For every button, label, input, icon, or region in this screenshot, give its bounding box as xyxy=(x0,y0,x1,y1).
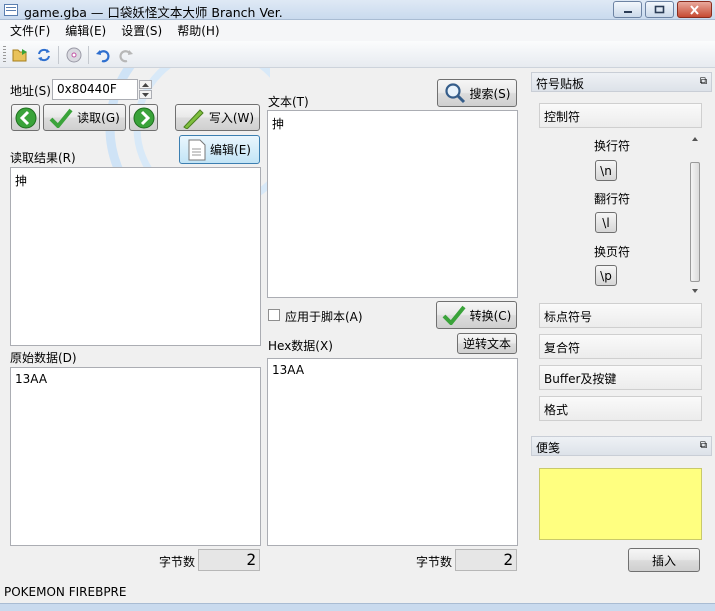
menu-settings[interactable]: 设置(S) xyxy=(115,22,168,39)
byte-count-label: 字节数 xyxy=(159,555,196,569)
note-textarea[interactable] xyxy=(539,468,702,540)
arrow-right-circle-icon xyxy=(133,107,154,128)
magnifier-icon xyxy=(444,83,465,104)
checkmark-icon xyxy=(442,305,466,325)
symbol-button-newline[interactable]: \n xyxy=(595,160,617,181)
symbol-list-scrollbar[interactable] xyxy=(688,134,702,296)
folder-open-icon xyxy=(12,48,27,61)
redo-button[interactable] xyxy=(116,45,136,64)
checkmark-icon xyxy=(49,108,73,128)
address-spin-down[interactable] xyxy=(139,90,152,99)
category-punctuation[interactable]: 标点符号 xyxy=(539,303,702,328)
category-buffer-keys[interactable]: Buffer及按键 xyxy=(539,365,702,390)
toolbar-grip xyxy=(3,46,6,63)
text-textarea[interactable]: 抻 xyxy=(267,110,518,298)
status-bar: POKEMON FIREBPRE xyxy=(0,581,715,603)
arrow-down-icon xyxy=(142,92,149,97)
apply-script-label: 应用于脚本(A) xyxy=(285,310,363,324)
symbol-name: 换行符 xyxy=(593,139,630,153)
menu-file[interactable]: 文件(F) xyxy=(4,22,56,39)
byte-count-label: 字节数 xyxy=(416,555,453,569)
hex-data-textarea[interactable]: 13AA xyxy=(267,358,518,546)
next-button[interactable] xyxy=(129,104,158,131)
app-icon xyxy=(4,4,18,16)
category-format[interactable]: 格式 xyxy=(539,396,702,421)
symbol-name: 翻行符 xyxy=(593,192,630,206)
toolbar xyxy=(0,41,715,68)
insert-button-label: 插入 xyxy=(651,553,676,568)
title-bar: game.gba — 口袋妖怪文本大师 Branch Ver. xyxy=(0,0,715,20)
disc-button[interactable] xyxy=(64,45,84,64)
symbol-button-page[interactable]: \p xyxy=(595,265,617,286)
search-button[interactable]: 搜索(S) xyxy=(437,79,517,107)
status-text: POKEMON FIREBPRE xyxy=(4,585,127,599)
edit-button[interactable]: 编辑(E) xyxy=(179,135,260,164)
note-panel-title: 便笺 xyxy=(536,441,561,455)
reverse-text-button-label: 逆转文本 xyxy=(462,337,511,351)
window-title: game.gba — 口袋妖怪文本大师 Branch Ver. xyxy=(24,5,283,20)
arrow-left-circle-icon xyxy=(15,107,36,128)
pin-icon[interactable]: ⧉ xyxy=(700,440,707,451)
read-result-label: 读取结果(R) xyxy=(10,151,76,165)
symbol-list xyxy=(539,130,702,298)
scroll-up-icon xyxy=(692,137,698,141)
maximize-icon xyxy=(654,5,665,14)
category-compound[interactable]: 复合符 xyxy=(539,334,702,359)
disc-icon xyxy=(66,47,82,62)
close-button[interactable] xyxy=(677,1,712,18)
read-result-textarea[interactable]: 抻 xyxy=(10,167,261,346)
apply-script-checkbox[interactable] xyxy=(268,309,280,321)
pencil-icon xyxy=(183,108,204,129)
text-label: 文本(T) xyxy=(268,95,309,109)
category-control-chars[interactable]: 控制符 xyxy=(539,103,702,128)
scrollbar-thumb[interactable] xyxy=(690,162,700,282)
menu-edit[interactable]: 编辑(E) xyxy=(59,22,112,39)
read-button[interactable]: 读取(G) xyxy=(43,104,126,131)
maximize-button[interactable] xyxy=(645,1,674,18)
raw-data-textarea[interactable]: 13AA xyxy=(10,367,261,546)
previous-button[interactable] xyxy=(11,104,40,131)
address-label: 地址(S) xyxy=(10,84,51,98)
search-button-label: 搜索(S) xyxy=(469,86,511,101)
write-button[interactable]: 写入(W) xyxy=(175,104,260,131)
insert-button[interactable]: 插入 xyxy=(628,548,700,572)
symbol-name: 换页符 xyxy=(593,245,630,259)
convert-button-label: 转换(C) xyxy=(469,308,512,323)
byte-count-right-value: 2 xyxy=(455,549,517,571)
reverse-text-button[interactable]: 逆转文本 xyxy=(457,333,517,354)
edit-button-label: 编辑(E) xyxy=(210,143,251,157)
note-panel-header: 便笺 ⧉ xyxy=(531,436,712,456)
symbol-panel-title: 符号贴板 xyxy=(536,77,585,91)
convert-button[interactable]: 转换(C) xyxy=(436,301,517,329)
undo-button[interactable] xyxy=(93,45,113,64)
pin-icon[interactable]: ⧉ xyxy=(700,76,707,87)
minimize-icon xyxy=(623,10,632,13)
close-icon xyxy=(690,4,699,15)
read-button-label: 读取(G) xyxy=(77,111,120,125)
undo-icon xyxy=(96,49,110,62)
symbol-button-scroll[interactable]: \l xyxy=(595,212,617,233)
raw-data-label: 原始数据(D) xyxy=(10,351,77,365)
toolbar-separator xyxy=(88,46,89,64)
menu-bar: 文件(F) 编辑(E) 设置(S) 帮助(H) xyxy=(0,20,715,41)
scroll-down-icon xyxy=(692,289,698,293)
address-input[interactable]: 0x80440F xyxy=(52,79,138,100)
refresh-button[interactable] xyxy=(34,45,54,64)
toolbar-separator xyxy=(58,46,59,64)
window-bottom-border xyxy=(0,603,715,611)
redo-icon xyxy=(119,49,133,62)
hex-data-label: Hex数据(X) xyxy=(268,339,333,353)
byte-count-left-value: 2 xyxy=(198,549,260,571)
document-icon xyxy=(188,139,206,160)
arrow-up-icon xyxy=(142,82,149,87)
open-rom-button[interactable] xyxy=(11,45,31,64)
minimize-button[interactable] xyxy=(613,1,642,18)
symbol-panel-header: 符号贴板 ⧉ xyxy=(531,72,712,92)
menu-help[interactable]: 帮助(H) xyxy=(171,22,225,39)
address-spin-up[interactable] xyxy=(139,80,152,89)
refresh-icon xyxy=(38,48,50,61)
write-button-label: 写入(W) xyxy=(208,111,255,125)
